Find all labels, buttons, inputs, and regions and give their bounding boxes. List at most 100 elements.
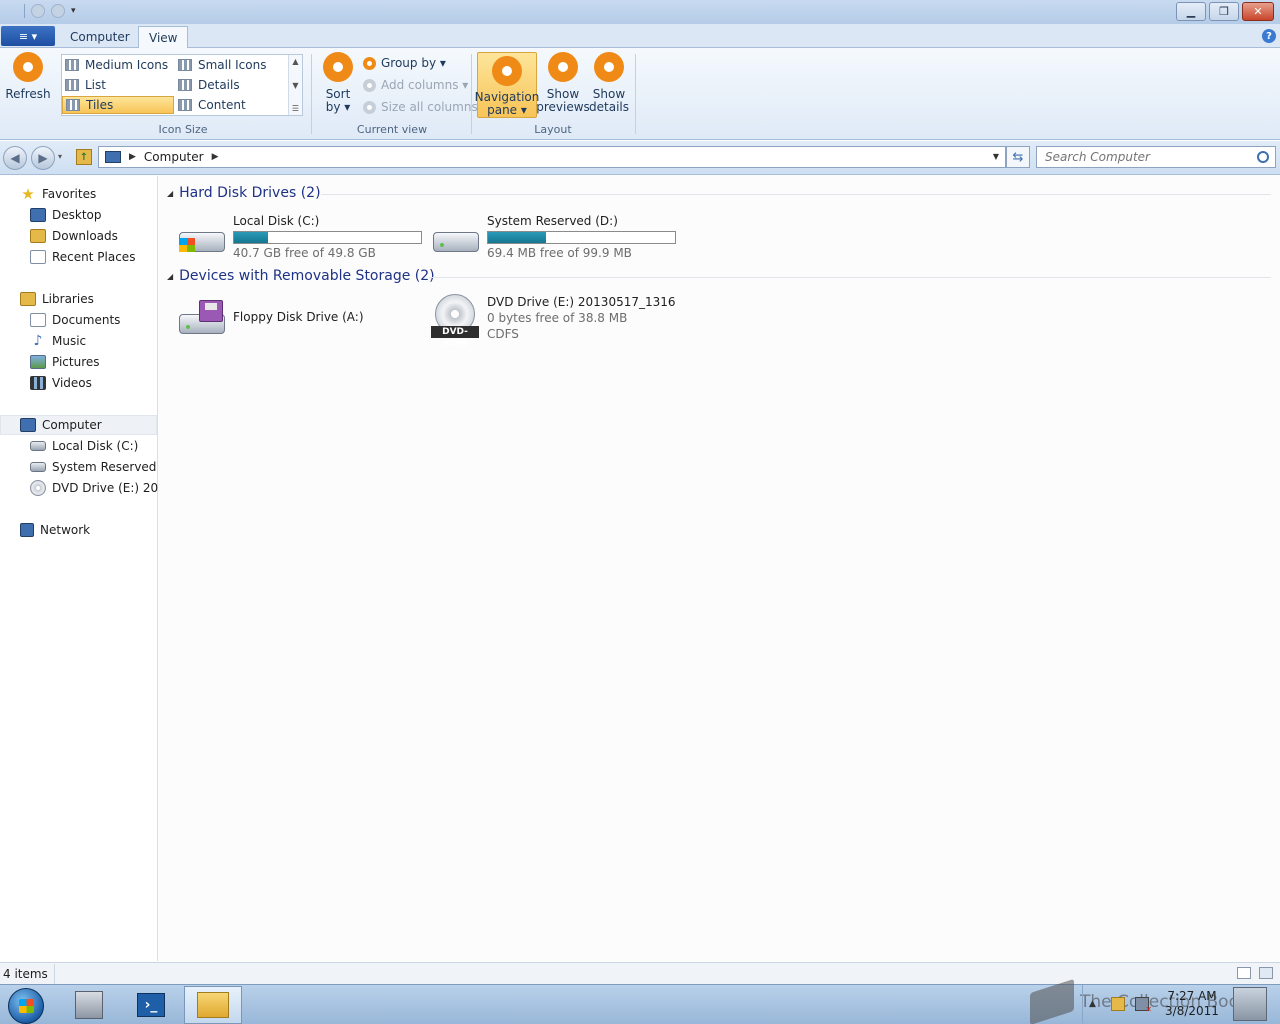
quick-access-toolbar: ▾ [24,4,76,18]
address-bar[interactable]: ▶ Computer ▶ ▼ [98,146,1006,168]
gallery-scrollbar[interactable]: ▲ ▼ ☰ [288,55,302,115]
help-icon[interactable]: ? [1262,29,1276,43]
nav-computer[interactable]: Computer [0,415,157,435]
layout-medium-icons[interactable]: Medium Icons [62,56,174,74]
refresh-address-button[interactable]: ⇆ [1006,146,1030,168]
layout-tiles[interactable]: Tiles [62,96,174,114]
drive-tile-c[interactable]: Local Disk (C:) 40.7 GB free of 49.8 GB [177,214,422,264]
taskbar-server-manager[interactable] [60,986,118,1024]
scroll-down-icon[interactable]: ▼ [292,81,298,90]
show-details-button[interactable]: Show details [589,52,629,114]
recent-places-icon [30,250,46,264]
desktop-icon [30,208,46,222]
scroll-up-icon[interactable]: ▲ [292,57,298,66]
dvd-icon [30,480,46,496]
drive-tile-d[interactable]: System Reserved (D:) 69.4 MB free of 99.… [431,214,676,264]
customize-qat-dropdown[interactable]: ▾ [71,6,76,16]
close-button[interactable]: ✕ [1242,2,1274,21]
nav-favorites[interactable]: ★ Favorites [20,184,176,204]
add-columns-button[interactable]: Add columns ▾ [363,78,468,92]
size-all-columns-button[interactable]: Size all columns [363,100,478,114]
application-menu-button[interactable]: ≡ ▾ [1,26,55,46]
refresh-button[interactable]: Refresh [5,52,51,101]
up-folder-icon[interactable]: ↑ [76,149,92,165]
layout-small-icons[interactable]: Small Icons [175,56,287,74]
breadcrumb-computer[interactable]: Computer [144,150,204,164]
drive-name: DVD Drive (E:) 20130517_1316 [487,295,676,309]
window-controls: ▁ ❐ ✕ [1176,2,1274,21]
group-header-hard-disks[interactable]: ◢ Hard Disk Drives (2) [167,185,321,201]
forward-button[interactable]: ▶ [31,146,55,170]
group-divider [321,194,1271,195]
recent-locations-dropdown[interactable]: ▾ [58,152,62,161]
group-separator [635,54,636,134]
drive-tile-a[interactable]: Floppy Disk Drive (A:) [177,296,364,346]
videos-icon [30,376,46,390]
gallery-expand-icon[interactable]: ☰ [292,104,299,113]
tab-view[interactable]: View [138,26,189,49]
hard-disk-icon [30,462,46,472]
dvd-rom-label: DVD-ROM [431,326,479,349]
details-view-icon[interactable] [1237,967,1251,979]
drive-filesystem: CDFS [487,327,519,341]
start-button[interactable] [8,988,44,1024]
layout-content[interactable]: Content [175,96,287,114]
search-input[interactable] [1045,150,1245,164]
breadcrumb-arrow-icon[interactable]: ▶ [129,152,136,162]
group-by-button[interactable]: Group by ▾ [363,56,446,70]
nav-libraries[interactable]: Libraries [20,289,176,309]
layout-details[interactable]: Details [175,76,287,94]
hard-disk-icon [177,214,227,262]
collapse-triangle-icon[interactable]: ◢ [167,272,173,281]
notification-area: ▲ 7:27 AM 3/8/2011 [1082,985,1280,1023]
search-box[interactable] [1036,146,1276,168]
list-icon [65,79,79,91]
new-folder-icon[interactable] [51,4,65,18]
user-avatar[interactable] [1233,987,1267,1021]
content-icon [178,99,192,111]
capacity-bar-fill [488,232,546,243]
nav-system-reserved-d[interactable]: System Reserved (D: [30,457,158,477]
group-header-removable[interactable]: ◢ Devices with Removable Storage (2) [167,268,435,284]
layout-list[interactable]: List [62,76,174,94]
back-button[interactable]: ◀ [3,146,27,170]
properties-icon[interactable] [31,4,45,18]
taskbar-powershell[interactable]: ›_ [122,986,180,1024]
show-previews-button[interactable]: Show previews [536,52,590,114]
powershell-icon: ›_ [137,993,165,1017]
sort-by-button[interactable]: Sort by ▾ [320,52,356,114]
navigation-pane: ★ Favorites Desktop Downloads Recent Pla… [0,176,158,961]
group-divider [429,277,1271,278]
capacity-bar-fill [234,232,268,243]
drive-tile-e[interactable]: DVD-ROM DVD Drive (E:) 20130517_1316 0 b… [431,294,676,349]
collapse-triangle-icon[interactable]: ◢ [167,189,173,198]
navigation-pane-icon [492,56,522,86]
taskbar-explorer[interactable] [184,986,242,1024]
floppy-drive-icon [177,296,227,344]
documents-icon [30,313,46,327]
network-icon [20,523,34,537]
large-icons-view-icon[interactable] [1259,967,1273,979]
music-icon: ♪ [33,333,43,349]
server-manager-icon [75,991,103,1019]
navigation-pane-button[interactable]: Navigation pane ▾ [475,52,539,118]
minimize-button[interactable]: ▁ [1176,2,1206,21]
show-hidden-icons-arrow[interactable]: ▲ [1089,999,1096,1009]
drive-name: System Reserved (D:) [487,214,618,228]
capacity-bar [233,231,422,244]
breadcrumb-arrow-icon[interactable]: ▶ [212,152,219,162]
address-history-dropdown[interactable]: ▼ [993,152,999,161]
tab-computer[interactable]: Computer [60,26,140,48]
search-icon[interactable] [1257,151,1269,163]
libraries-icon [20,292,36,306]
hard-disk-icon [431,214,481,262]
nav-network[interactable]: Network [20,520,176,540]
network-status-icon[interactable] [1135,997,1152,1014]
action-center-icon[interactable] [1111,997,1125,1011]
size-columns-icon [363,100,376,114]
restore-button[interactable]: ❐ [1209,2,1239,21]
group-separator [311,54,312,134]
tiles-icon [66,99,80,111]
clock[interactable]: 7:27 AM 3/8/2011 [1165,989,1219,1019]
nav-dvd-drive-e[interactable]: DVD Drive (E:) 20130 [30,478,158,498]
